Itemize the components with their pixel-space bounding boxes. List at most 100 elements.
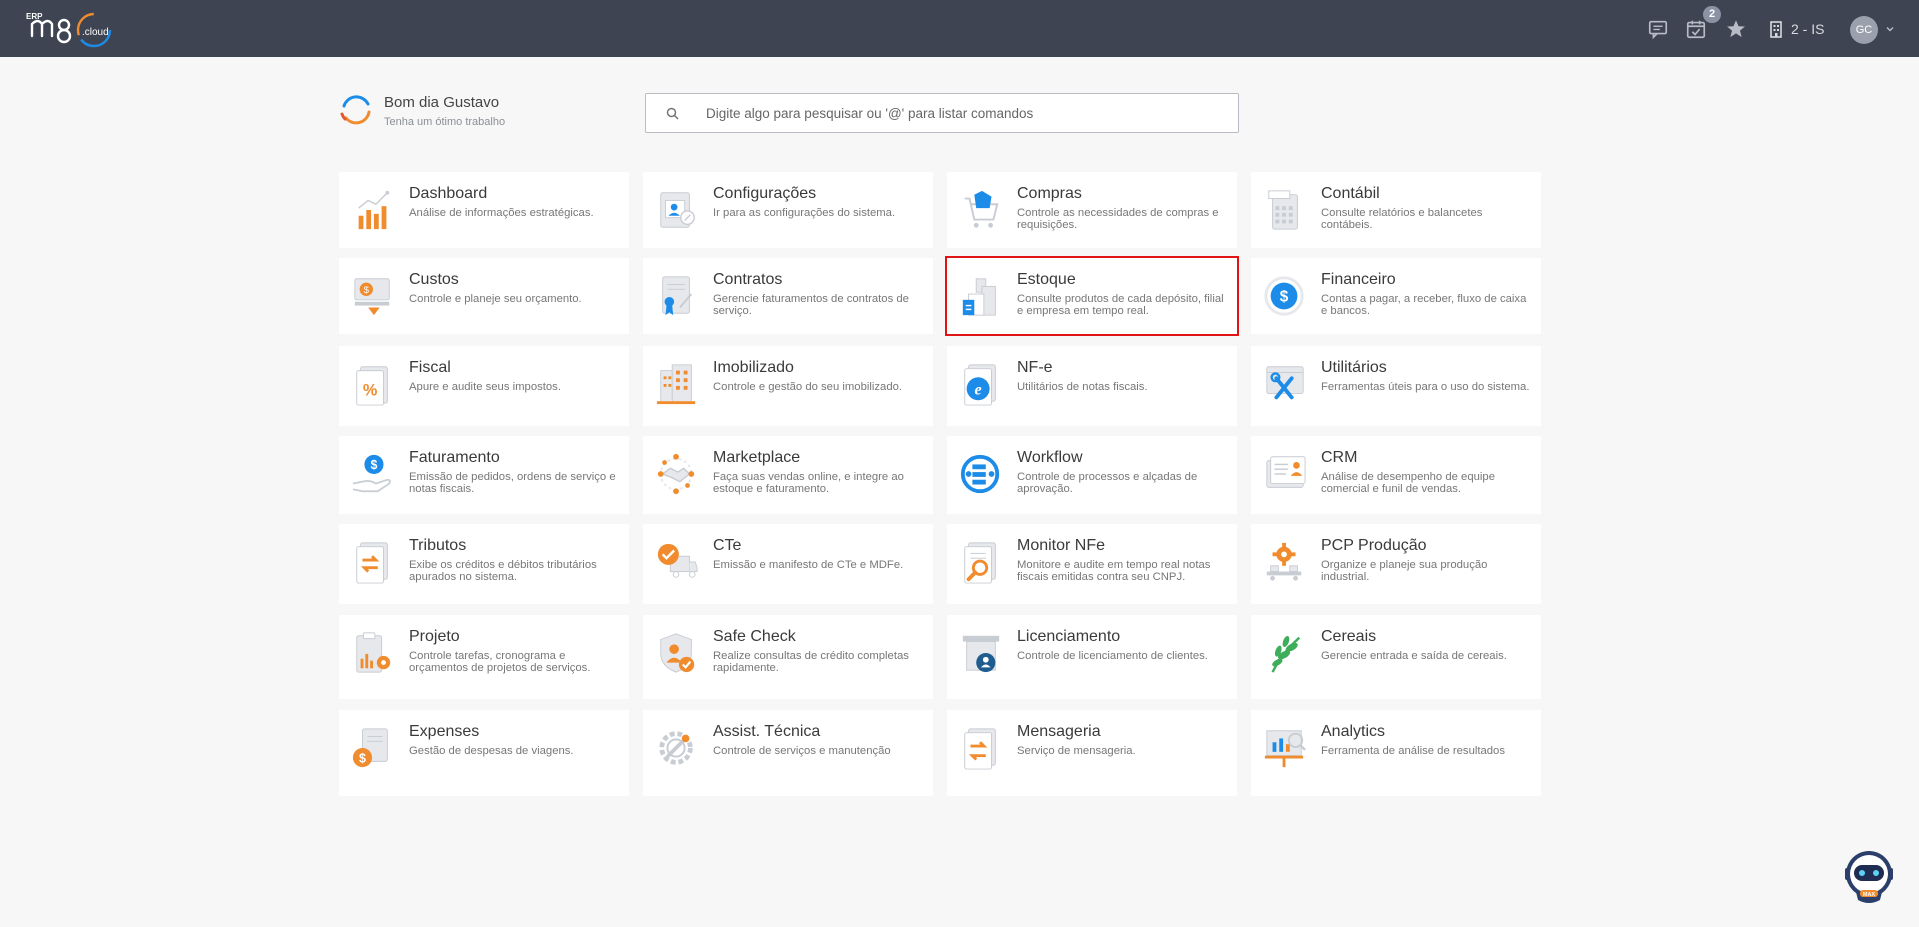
module-card-workflow[interactable]: Workflow Controle de processos e alçadas … bbox=[947, 436, 1237, 514]
module-card-contabil[interactable]: Contábil Consulte relatórios e balancetes… bbox=[1251, 172, 1541, 248]
notification-badge: 2 bbox=[1703, 6, 1721, 23]
module-description: Gerencie faturamentos de contratos de se… bbox=[713, 293, 909, 317]
search-document-icon bbox=[964, 542, 996, 584]
module-card-crm[interactable]: CRM Análise de desempenho de equipe comer… bbox=[1251, 436, 1541, 514]
module-description: Utilitários de notas fiscais. bbox=[1017, 381, 1148, 393]
module-title: Licenciamento bbox=[1017, 628, 1121, 645]
module-title: NF-e bbox=[1017, 359, 1053, 376]
svg-text:$: $ bbox=[364, 285, 370, 296]
svg-text:.cloud: .cloud bbox=[82, 27, 109, 38]
module-description: Gerencie entrada e saída de cereais. bbox=[1321, 650, 1507, 662]
module-title: Cereais bbox=[1321, 628, 1377, 645]
module-title: Compras bbox=[1017, 185, 1082, 202]
tools-icon bbox=[1266, 366, 1304, 400]
module-title: Safe Check bbox=[713, 628, 796, 645]
module-title: Utilitários bbox=[1321, 359, 1387, 376]
wrench-gear-icon bbox=[659, 731, 693, 765]
module-card-dashboard[interactable]: Dashboard Análise de informações estratég… bbox=[339, 172, 629, 248]
module-card-marketplace[interactable]: Marketplace Faça suas vendas online, e in… bbox=[643, 436, 933, 514]
module-card-utilitarios[interactable]: Utilitários Ferramentas úteis para o uso … bbox=[1251, 346, 1541, 426]
contract-icon bbox=[662, 276, 693, 316]
module-description: Controle e gestão do seu imobilizado. bbox=[713, 381, 903, 393]
module-description: Controle e planeje seu orçamento. bbox=[409, 293, 582, 305]
module-title: Expenses bbox=[409, 723, 480, 740]
module-card-assist-tecnica[interactable]: Assist. Técnica Controle de serviços e ma… bbox=[643, 710, 933, 796]
module-card-imobilizado[interactable]: Imobilizado Controle e gestão do seu imob… bbox=[643, 346, 933, 426]
module-description: Emissão de pedidos, ordens de serviço e … bbox=[409, 471, 616, 495]
module-title: Monitor NFe bbox=[1017, 537, 1106, 554]
analytics-board-icon bbox=[1264, 730, 1306, 768]
chat-icon[interactable] bbox=[1647, 18, 1669, 40]
module-title: Tributos bbox=[409, 537, 467, 554]
module-description: Monitore e audite em tempo real notas fi… bbox=[1017, 559, 1211, 583]
search-input[interactable] bbox=[706, 102, 1226, 124]
transfer-document-icon bbox=[356, 542, 388, 584]
module-card-pcp-producao[interactable]: PCP Produção Organize e planeje sua produ… bbox=[1251, 524, 1541, 604]
module-title: CTe bbox=[713, 537, 742, 554]
module-card-cereais[interactable]: Cereais Gerencie entrada e saída de cerea… bbox=[1251, 615, 1541, 699]
module-card-mensageria[interactable]: Mensageria Serviço de mensageria. bbox=[947, 710, 1237, 796]
module-card-analytics[interactable]: Analytics Ferramenta de análise de result… bbox=[1251, 710, 1541, 796]
top-bar: ERP .cloud 2 2 - IS GC bbox=[0, 0, 1919, 57]
module-description: Controle as necessidades de compras e re… bbox=[1017, 207, 1219, 231]
module-card-custos[interactable]: $ Custos Controle e planeje seu orçamento. bbox=[339, 258, 629, 334]
svg-text:$: $ bbox=[1280, 289, 1289, 306]
module-description: Organize e planeje sua produção industri… bbox=[1321, 559, 1488, 583]
module-description: Análise de informações estratégicas. bbox=[409, 207, 594, 219]
module-card-configuracoes[interactable]: Configurações Ir para as configurações do… bbox=[643, 172, 933, 248]
company-selector[interactable]: 2 - IS bbox=[1769, 18, 1824, 40]
module-title: Financeiro bbox=[1321, 271, 1396, 288]
license-icon bbox=[962, 635, 1000, 673]
module-card-contratos[interactable]: Contratos Gerencie faturamentos de contra… bbox=[643, 258, 933, 334]
gear-production-icon bbox=[1266, 542, 1302, 581]
search-icon bbox=[666, 107, 679, 120]
shopping-cart-icon bbox=[964, 190, 999, 228]
avatar[interactable]: GC bbox=[1850, 16, 1878, 44]
e-document-icon: e bbox=[964, 364, 996, 406]
module-card-estoque[interactable]: Estoque Consulte produtos de cada depósit… bbox=[945, 256, 1239, 336]
bar-chart-icon bbox=[358, 190, 390, 230]
module-card-expenses[interactable]: $ Expenses Gestão de despesas de viagens. bbox=[339, 710, 629, 796]
calendar-check-icon[interactable] bbox=[1685, 18, 1707, 40]
module-description: Consulte relatórios e balancetes contábe… bbox=[1321, 207, 1483, 231]
m8-cloud-logo[interactable]: ERP .cloud bbox=[24, 10, 116, 50]
module-card-safe-check[interactable]: Safe Check Realize consultas de crédito c… bbox=[643, 615, 933, 699]
truck-check-icon bbox=[657, 543, 698, 578]
module-title: Contratos bbox=[713, 271, 783, 288]
shield-check-icon bbox=[660, 633, 695, 673]
max-assistant-icon[interactable]: MAX bbox=[1840, 848, 1898, 906]
module-card-projeto[interactable]: Projeto Controle tarefas, cronograma e or… bbox=[339, 615, 629, 699]
building-icon bbox=[1770, 21, 1782, 38]
module-title: PCP Produção bbox=[1321, 537, 1427, 554]
module-description: Faça suas vendas online, e integre ao es… bbox=[713, 471, 904, 495]
settings-profile-icon bbox=[660, 192, 695, 228]
module-title: Marketplace bbox=[713, 449, 801, 466]
module-description: Controle de processos e alçadas de aprov… bbox=[1017, 471, 1198, 495]
star-icon[interactable] bbox=[1725, 18, 1747, 40]
module-title: Configurações bbox=[713, 185, 817, 202]
module-card-fiscal[interactable]: % Fiscal Apure e audite seus impostos. bbox=[339, 346, 629, 426]
message-transfer-icon bbox=[964, 728, 996, 770]
module-card-financeiro[interactable]: $ Financeiro Contas a pagar, a receber, fl… bbox=[1251, 258, 1541, 334]
module-card-licenciamento[interactable]: Licenciamento Controle de licenciamento d… bbox=[947, 615, 1237, 699]
module-card-compras[interactable]: Compras Controle as necessidades de compr… bbox=[947, 172, 1237, 248]
module-card-cte[interactable]: CTe Emissão e manifesto de CTe e MDFe. bbox=[643, 524, 933, 604]
module-card-faturamento[interactable]: $ Faturamento Emissão de pedidos, ordens d… bbox=[339, 436, 629, 514]
module-card-nf-e[interactable]: e NF-e Utilitários de notas fiscais. bbox=[947, 346, 1237, 426]
percent-document-icon: % bbox=[356, 366, 388, 406]
module-description: Ferramenta de análise de resultados bbox=[1321, 745, 1505, 757]
module-description: Controle tarefas, cronograma e orçamento… bbox=[409, 650, 591, 674]
chevron-down-icon[interactable] bbox=[1885, 24, 1895, 34]
warehouse-icon bbox=[962, 278, 996, 316]
module-title: Estoque bbox=[1017, 271, 1076, 288]
module-title: Custos bbox=[409, 271, 459, 288]
command-search-box[interactable] bbox=[645, 93, 1239, 133]
m8-swirl-logo-icon bbox=[340, 95, 371, 125]
module-description: Emissão e manifesto de CTe e MDFe. bbox=[713, 559, 904, 571]
module-card-monitor-nfe[interactable]: Monitor NFe Monitore e audite em tempo re… bbox=[947, 524, 1237, 604]
workflow-icon bbox=[960, 454, 1000, 494]
module-description: Gestão de despesas de viagens. bbox=[409, 745, 574, 757]
svg-text:MAX: MAX bbox=[1863, 892, 1876, 898]
module-card-tributos[interactable]: Tributos Exibe os créditos e débitos trib… bbox=[339, 524, 629, 604]
module-description: Serviço de mensageria. bbox=[1017, 745, 1136, 757]
